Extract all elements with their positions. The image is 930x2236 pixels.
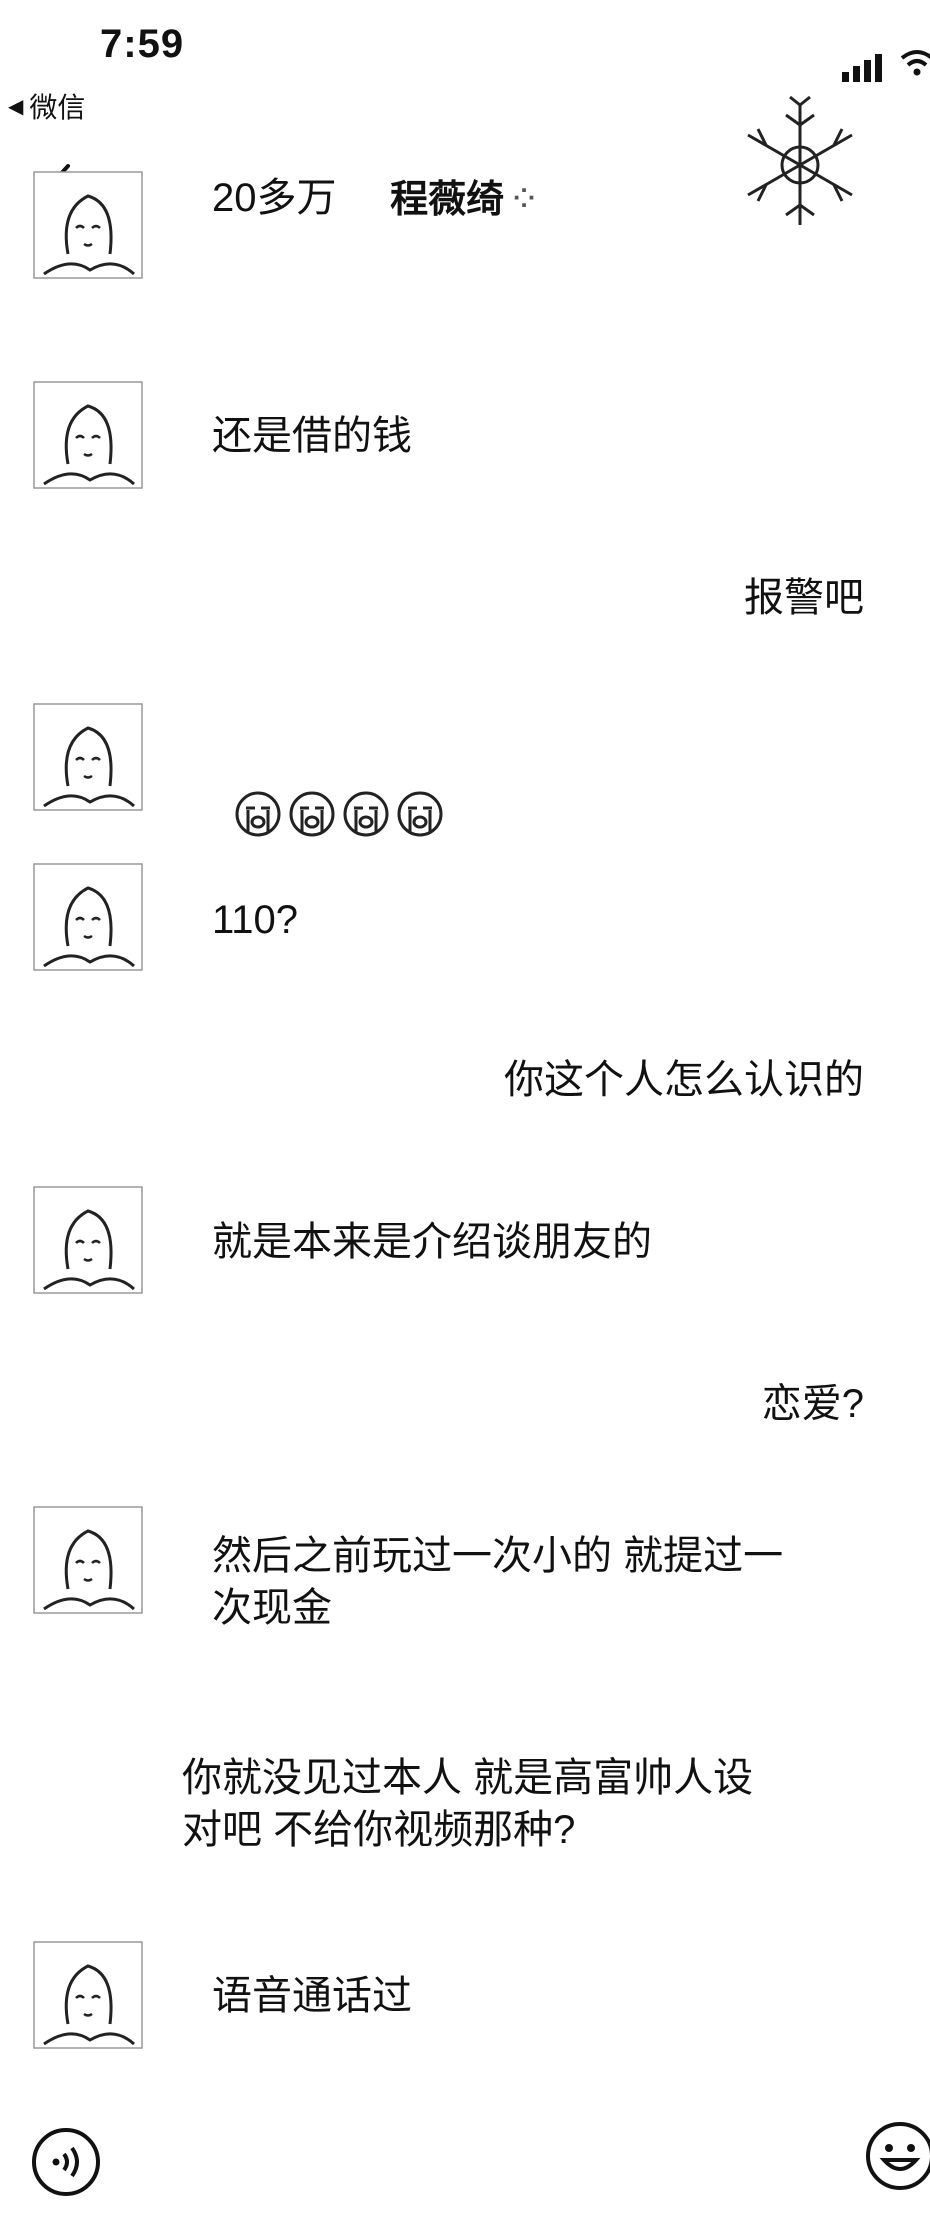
contact-avatar[interactable] bbox=[30, 1940, 146, 2050]
contact-avatar[interactable] bbox=[30, 862, 146, 972]
message-text: 20多万 bbox=[212, 176, 337, 220]
back-triangle-icon: ◀ bbox=[8, 95, 24, 118]
message-text: 你这个人怎么认识的 bbox=[504, 1058, 864, 1102]
contact-avatar[interactable] bbox=[30, 1185, 146, 1295]
message-text: 就是本来是介绍谈朋友的 bbox=[212, 1220, 652, 1264]
contact-avatar[interactable] bbox=[30, 380, 146, 490]
crying-face-icon bbox=[289, 791, 335, 837]
message-text: 110? bbox=[212, 898, 299, 942]
contact-avatar[interactable] bbox=[30, 170, 146, 280]
message-text: 报警吧 bbox=[744, 576, 864, 620]
emoji-message bbox=[212, 734, 902, 838]
emoji-icon[interactable] bbox=[864, 2120, 930, 2192]
message-text: 语音通话过 bbox=[212, 1974, 412, 2018]
back-app-label: 微信 bbox=[29, 92, 86, 123]
contact-avatar[interactable] bbox=[30, 702, 146, 812]
message-text: 恋爱? bbox=[761, 1382, 864, 1426]
message-text: 你就没见过本人 就是高富帅人设 对吧 不给你视频那种? bbox=[182, 1756, 754, 1852]
message-text: 然后之前玩过一次小的 就提过一 次现金 bbox=[212, 1534, 784, 1630]
contact-avatar[interactable] bbox=[30, 1505, 146, 1615]
status-time: 7:59 bbox=[100, 22, 185, 66]
signal-icon bbox=[842, 54, 882, 82]
crying-face-icon bbox=[343, 791, 389, 837]
message-text: 还是借的钱 bbox=[212, 414, 412, 458]
crying-face-icon bbox=[235, 791, 281, 837]
crying-face-icon bbox=[397, 791, 443, 837]
wifi-icon bbox=[900, 50, 930, 76]
voice-input-icon[interactable] bbox=[30, 2126, 102, 2198]
back-to-app-link[interactable]: ◀ 微信 bbox=[8, 86, 85, 126]
